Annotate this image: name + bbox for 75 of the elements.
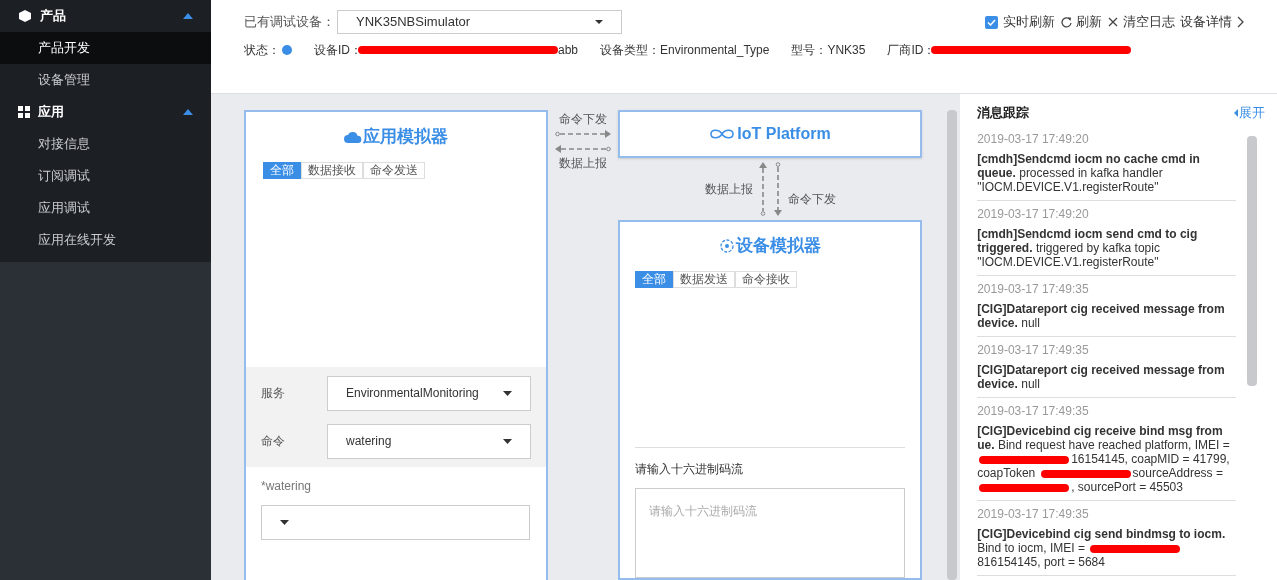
panel-title: 消息跟踪 [977,104,1030,123]
menu-item[interactable]: 对接信息 [0,128,211,160]
info-label: 设备ID： [314,42,362,59]
caret-icon [183,109,193,115]
info-label: 状态： [244,42,280,59]
link-label: 命令下发 [787,191,836,208]
scrollbar[interactable] [1247,136,1258,386]
caret-icon [503,390,512,396]
scrollbar[interactable] [947,110,958,580]
menu-item[interactable]: 应用调试 [0,192,211,224]
panel-title: 设备模拟器 [735,235,821,257]
timestamp: 2019-03-17 17:49:20 [977,132,1090,147]
dropdown[interactable]: watering [327,423,531,459]
caret-icon [595,20,603,24]
caret-icon [1234,109,1238,117]
tab[interactable]: 数据接收 [301,161,363,179]
field-label: 请输入十六进制码流 [635,460,744,478]
close-icon [1107,16,1119,28]
log-message: [CIG]Devicebind cig receive bind msg from ue. Bind request have reached platform, IMEI = 16154145, coapMID = 41799, coapToken sourceAddress = , sourcePort = 45503 [977,424,1231,494]
log-message: [cmdh]Sendcmd iocm no cache cmd in queue. processed in kafka handler "IOCM.DEVICE.V1.registerRoute" [977,152,1201,194]
link-label: 数据上报 [704,181,753,198]
menu-item[interactable]: 订阅调试 [0,160,211,192]
info-label: 设备类型：Environmental_Type [600,42,770,59]
log-message: [CIG]Devicebind cig send bindmsg to iocm. Bind to iocm, IMEI = 816154145, port = 5684 [977,527,1227,569]
refresh-icon [1060,16,1072,28]
dropdown[interactable]: EnvironmentalMonitoring [327,375,531,411]
log-message: [CIG]Datareport cig received message from device. null [977,302,1226,330]
timestamp: 2019-03-17 17:49:35 [977,404,1090,419]
field-label: 已有调试设备： [244,13,335,32]
timestamp: 2019-03-17 17:49:20 [977,207,1090,222]
menu-item[interactable]: 产品开发 [0,32,211,64]
field-label: *watering [261,478,313,495]
cube-icon [18,9,32,23]
expand-link[interactable]: 展开 [1234,103,1265,123]
menu-group[interactable]: 产品 [0,0,211,32]
tab[interactable]: 数据发送 [673,270,735,288]
info-label: 型号：YNK35 [791,42,866,59]
panel-title: IoT Platform [737,124,831,144]
right-arrow [555,130,611,138]
log-message: [cmdh]Sendcmd iocm send cmd to cig triggered. triggered by kafka topic "IOCM.DEVICE.V1.registerRoute" [977,227,1199,269]
device-select[interactable]: YNK35NBSimulator [337,10,622,34]
link-label: 命令下发 [559,111,607,128]
infinity-icon [709,128,736,140]
caret-icon [280,520,289,525]
clear-log-button[interactable]: 清空日志 [1107,12,1175,32]
log-message: [CIG]Datareport cig received message from device. null [977,363,1226,391]
refresh-button[interactable]: 刷新 [1060,12,1102,32]
tab[interactable]: 命令接收 [735,270,797,288]
caret-icon [183,13,193,19]
tab[interactable]: 命令发送 [363,161,425,179]
up-arrow [758,162,767,216]
info-value: abb [558,42,579,59]
hex-input-field[interactable]: 请输入十六进制码流 [635,487,905,578]
dropdown[interactable] [261,505,530,540]
menu-item[interactable]: 设备管理 [0,64,211,96]
left-arrow [555,145,611,153]
panel-title: 应用模拟器 [363,126,448,148]
grid-icon [18,106,30,118]
timestamp: 2019-03-17 17:49:35 [977,282,1090,297]
chevron-icon [1237,16,1244,28]
details-link[interactable]: 设备详情 [1180,12,1244,32]
down-arrow [773,162,782,216]
menu-item[interactable]: 应用在线开发 [0,224,211,256]
checkbox-label: 实时刷新 [1003,13,1055,32]
timestamp: 2019-03-17 17:49:35 [977,343,1090,358]
timestamp: 2019-03-17 17:49:35 [977,507,1090,522]
caret-icon [503,438,512,444]
link-label: 数据上报 [559,155,607,172]
info-label: 厂商ID： [887,42,936,59]
field-label: 服务 [261,385,286,402]
cloud-icon [344,130,362,143]
menu-group[interactable]: 应用 [0,96,211,128]
checkbox[interactable] [985,15,998,29]
field-label: 命令 [261,433,286,450]
target-icon [719,238,734,253]
